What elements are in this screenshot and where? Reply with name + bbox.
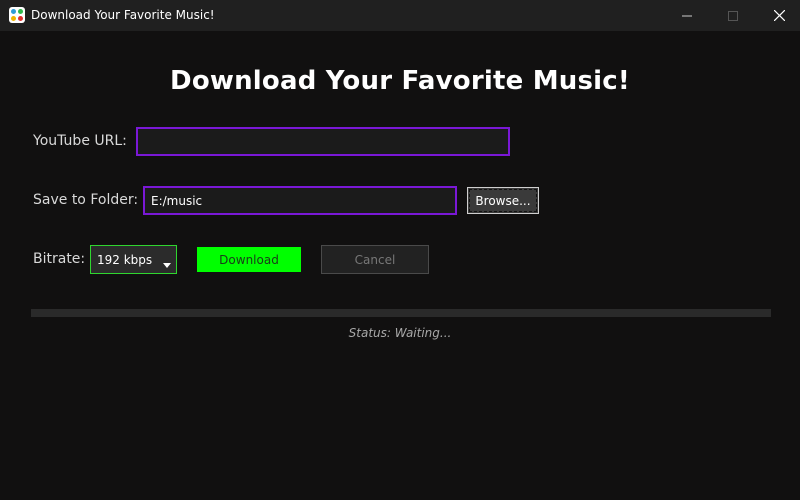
progress-bar [31, 309, 771, 317]
title-bar: Download Your Favorite Music! [0, 0, 800, 31]
close-button[interactable] [756, 0, 800, 31]
bitrate-label: Bitrate: [33, 251, 86, 267]
download-button[interactable]: Download [197, 247, 301, 272]
youtube-url-label: YouTube URL: [33, 133, 127, 149]
maximize-icon [728, 10, 738, 21]
bitrate-selected-value: 192 kbps [97, 253, 153, 267]
dropdown-arrow-icon [163, 263, 171, 268]
window-title: Download Your Favorite Music! [31, 8, 215, 22]
maximize-button[interactable] [710, 0, 756, 31]
bitrate-select[interactable]: 192 kbps [90, 245, 177, 274]
status-text: Status: Waiting... [348, 326, 452, 340]
youtube-url-input[interactable] [136, 127, 510, 156]
page-title: Download Your Favorite Music! [170, 66, 630, 96]
close-icon [773, 10, 785, 21]
save-folder-input[interactable] [143, 186, 457, 215]
save-folder-label: Save to Folder: [33, 192, 139, 208]
app-dots-icon [9, 7, 25, 23]
minimize-icon [682, 15, 692, 16]
minimize-button[interactable] [664, 0, 710, 31]
browse-button[interactable]: Browse... [467, 187, 539, 214]
cancel-button[interactable]: Cancel [321, 245, 429, 274]
